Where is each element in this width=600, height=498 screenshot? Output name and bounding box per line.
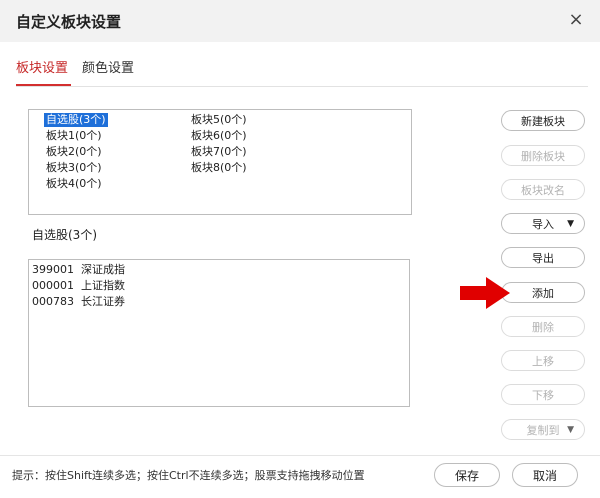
stock-list[interactable]: 399001 深证成指 000001 上证指数 000783 长江证券 xyxy=(28,259,410,407)
tab-divider xyxy=(16,86,588,87)
chevron-down-icon: ▼ xyxy=(567,425,574,435)
delete-button[interactable]: 删除 xyxy=(501,316,585,337)
cancel-button[interactable]: 取消 xyxy=(512,463,578,487)
chevron-down-icon: ▼ xyxy=(567,219,574,229)
copy-to-button[interactable]: 复制到 ▼ xyxy=(501,419,585,440)
stock-code: 000001 xyxy=(32,279,74,292)
import-label: 导入 xyxy=(532,218,554,231)
hint-text: 提示：按住Shift连续多选；按住Ctrl不连续多选；股票支持拖拽移动位置 xyxy=(12,469,365,482)
tab-board-settings[interactable]: 板块设置 xyxy=(16,57,68,76)
stock-name: 长江证券 xyxy=(81,295,125,308)
add-button[interactable]: 添加 xyxy=(501,282,585,303)
save-button[interactable]: 保存 xyxy=(434,463,500,487)
board-item-watchlist[interactable]: 自选股(3个) xyxy=(44,113,108,127)
stock-code: 399001 xyxy=(32,263,74,276)
board-list[interactable]: 自选股(3个) 板块1(0个) 板块2(0个) 板块3(0个) 板块4(0个) … xyxy=(28,109,412,215)
tab-color-settings[interactable]: 颜色设置 xyxy=(82,57,134,76)
new-board-button[interactable]: 新建板块 xyxy=(501,110,585,131)
stock-name: 上证指数 xyxy=(81,279,125,292)
board-item-7[interactable]: 板块7(0个) xyxy=(189,145,249,159)
delete-board-button[interactable]: 删除板块 xyxy=(501,145,585,166)
stock-code: 000783 xyxy=(32,295,74,308)
tab-bar: 板块设置 颜色设置 xyxy=(16,55,588,87)
arrow-right-icon xyxy=(460,277,510,309)
window-title: 自定义板块设置 xyxy=(16,13,122,31)
board-item-5[interactable]: 板块5(0个) xyxy=(189,113,249,127)
move-down-button[interactable]: 下移 xyxy=(501,384,585,405)
copy-to-label: 复制到 xyxy=(526,424,560,437)
stock-row[interactable]: 399001 深证成指 xyxy=(32,263,125,277)
stock-name: 深证成指 xyxy=(81,263,125,276)
board-item-4[interactable]: 板块4(0个) xyxy=(44,177,104,191)
title-bar: 自定义板块设置 × xyxy=(0,0,600,42)
board-item-2[interactable]: 板块2(0个) xyxy=(44,145,104,159)
board-item-6[interactable]: 板块6(0个) xyxy=(189,129,249,143)
board-item-1[interactable]: 板块1(0个) xyxy=(44,129,104,143)
stock-row[interactable]: 000783 长江证券 xyxy=(32,295,125,309)
footer-divider xyxy=(0,455,600,456)
rename-board-button[interactable]: 板块改名 xyxy=(501,179,585,200)
close-icon[interactable]: × xyxy=(566,10,586,30)
board-item-8[interactable]: 板块8(0个) xyxy=(189,161,249,175)
move-up-button[interactable]: 上移 xyxy=(501,350,585,371)
export-button[interactable]: 导出 xyxy=(501,247,585,268)
current-board-label: 自选股(3个) xyxy=(32,228,97,242)
stock-row[interactable]: 000001 上证指数 xyxy=(32,279,125,293)
board-item-3[interactable]: 板块3(0个) xyxy=(44,161,104,175)
import-button[interactable]: 导入 ▼ xyxy=(501,213,585,234)
